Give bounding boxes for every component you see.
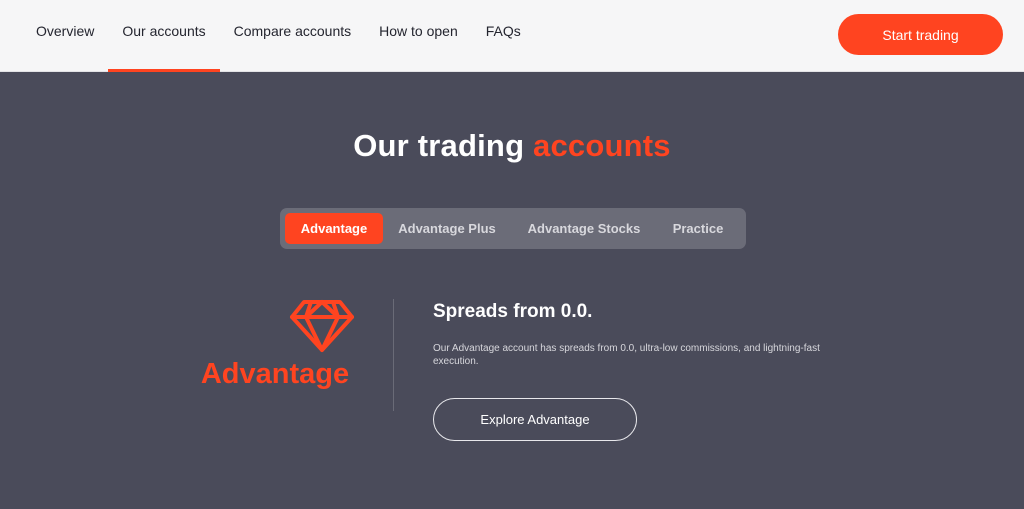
tab-advantage-plus[interactable]: Advantage Plus — [383, 213, 511, 244]
main-nav: Overview Our accounts Compare accounts H… — [22, 0, 535, 72]
nav-item-our-accounts[interactable]: Our accounts — [108, 0, 220, 72]
account-tabs: Advantage Advantage Plus Advantage Stock… — [280, 208, 746, 249]
nav-item-overview[interactable]: Overview — [22, 0, 108, 72]
page-title-accent: accounts — [533, 128, 671, 163]
account-name: Advantage — [200, 358, 350, 390]
nav-item-compare-accounts[interactable]: Compare accounts — [220, 0, 366, 72]
diamond-icon — [290, 300, 354, 352]
page-title-main: Our trading — [353, 128, 525, 163]
page-title: Our trading accounts — [0, 128, 1024, 164]
tab-advantage[interactable]: Advantage — [285, 213, 383, 244]
tab-practice[interactable]: Practice — [657, 213, 739, 244]
top-navigation-bar: Overview Our accounts Compare accounts H… — [0, 0, 1024, 72]
feature-headline: Spreads from 0.0. — [433, 301, 593, 322]
divider — [393, 299, 394, 411]
feature-description: Our Advantage account has spreads from 0… — [433, 343, 820, 367]
nav-item-how-to-open[interactable]: How to open — [365, 0, 472, 72]
start-trading-button[interactable]: Start trading — [838, 14, 1003, 55]
nav-item-faqs[interactable]: FAQs — [472, 0, 535, 72]
tab-advantage-stocks[interactable]: Advantage Stocks — [511, 213, 657, 244]
explore-advantage-button[interactable]: Explore Advantage — [433, 398, 637, 441]
